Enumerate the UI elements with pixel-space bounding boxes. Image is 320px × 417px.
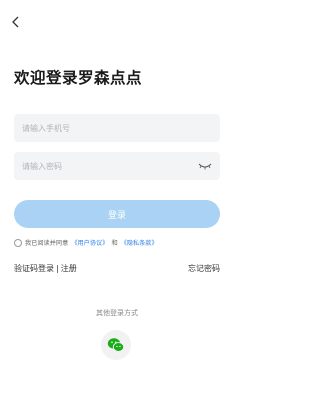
privacy-link[interactable]: 《隐私条款》 [121,238,158,247]
phone-field[interactable] [14,114,220,142]
register-link[interactable]: 注册 [61,264,77,273]
password-field[interactable] [14,152,220,180]
agreement-checkbox[interactable] [14,238,22,247]
chevron-left-icon [12,16,19,28]
wechat-login-button[interactable] [101,330,131,360]
wifi-icon [195,2,203,8]
status-bar: 10:32 [0,0,234,10]
back-button[interactable] [8,14,24,30]
links-left: 验证码登录 | 注册 [14,263,77,274]
page-title: 欢迎登录罗森点点 [14,69,143,87]
battery-icon [205,1,210,9]
forgot-password-link[interactable]: 忘记密码 [188,263,220,274]
agreement-conjunction: 和 [111,240,118,247]
agreement-prefix: 我已阅读并同意 [25,240,69,247]
wechat-icon [107,338,125,352]
other-login-label: 其他登录方式 [96,309,138,317]
phone-input[interactable] [14,114,220,142]
login-button[interactable]: 登录 [14,200,220,228]
terms-link[interactable]: 《用户协议》 [71,238,108,247]
eye-closed-icon[interactable] [198,161,212,171]
link-separator: | [56,264,59,273]
agreement-row: 我已阅读并同意 《用户协议》 和 《隐私条款》 [14,238,158,247]
code-login-link[interactable]: 验证码登录 [14,264,54,273]
password-input[interactable] [14,152,220,180]
status-icons: 10:32 [195,0,230,10]
status-time: 10:32 [212,1,230,8]
